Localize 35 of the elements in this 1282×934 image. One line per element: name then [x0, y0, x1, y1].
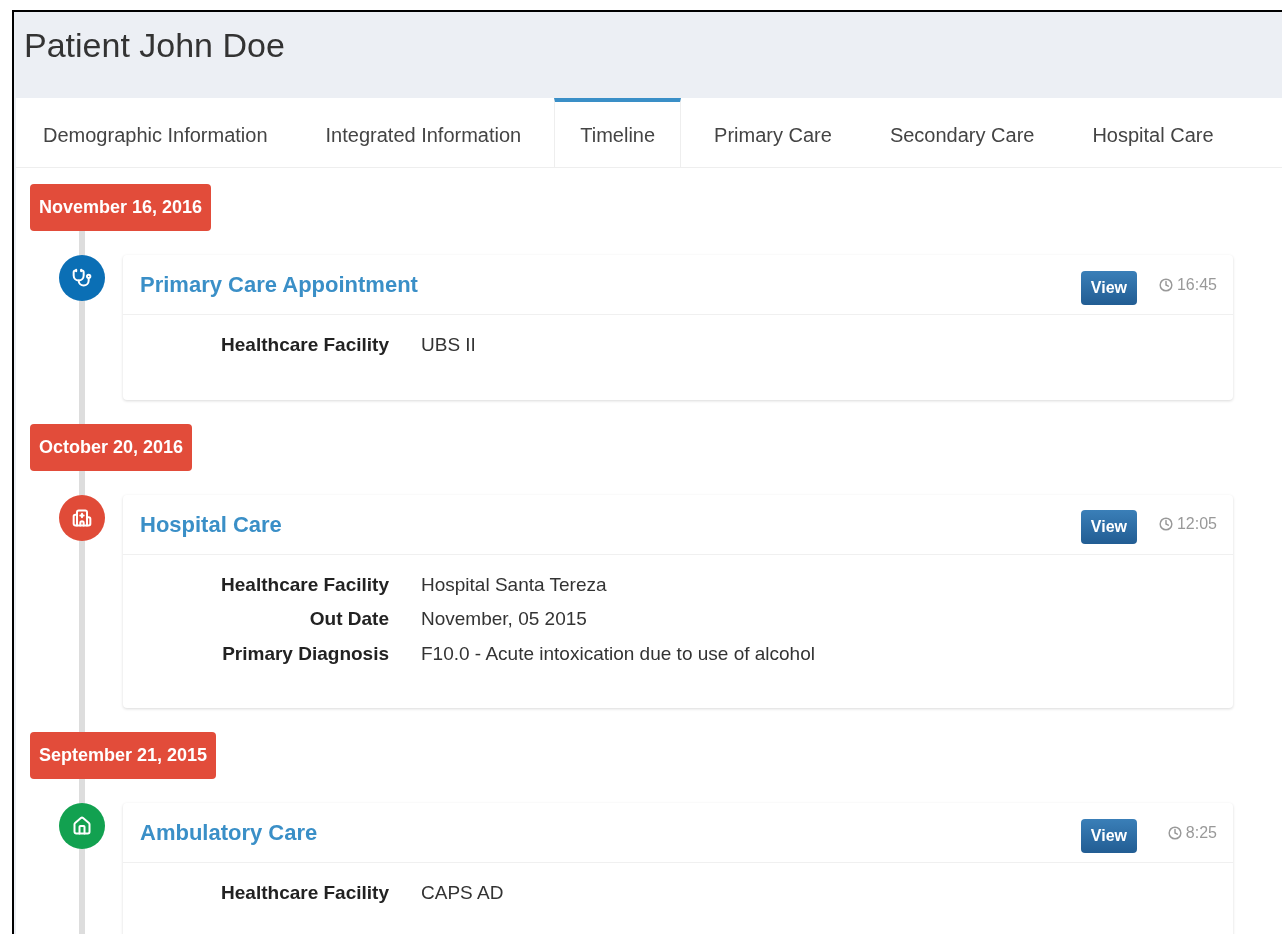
event-time: 12:05 — [1153, 512, 1217, 536]
event-time: 16:45 — [1153, 272, 1217, 297]
hospital-icon — [72, 507, 92, 528]
tab[interactable]: Hospital Care — [1067, 98, 1239, 167]
event-title: Ambulatory Care — [140, 819, 319, 847]
field-value: November, 05 2015 — [421, 607, 588, 631]
view-button[interactable]: View — [1080, 510, 1137, 544]
field-value: Hospital Santa Tereza — [421, 572, 608, 597]
clock-icon — [1158, 517, 1173, 531]
tab[interactable]: Timeline — [554, 98, 682, 167]
date-badge: September 21, 2015 — [30, 732, 217, 779]
event-time: 8:25 — [1153, 820, 1217, 845]
event-title: Primary Care Appointment — [140, 271, 419, 299]
date-badge: November 16, 2016 — [30, 184, 212, 231]
page-title: Patient John Doe — [24, 25, 286, 66]
tab[interactable]: Primary Care — [689, 98, 857, 167]
field-label: Healthcare Facility — [220, 333, 389, 357]
field-label: Healthcare Facility — [220, 881, 389, 905]
event-title: Hospital Care — [140, 510, 283, 539]
date-badge: October 20, 2016 — [30, 423, 193, 471]
field-label: Healthcare Facility — [220, 572, 389, 597]
clock-icon — [1158, 277, 1173, 292]
house-icon — [72, 816, 92, 836]
clock-icon — [1167, 825, 1182, 840]
field-label: Out Date — [308, 607, 389, 631]
field-value: UBS II — [421, 333, 477, 357]
view-button[interactable]: View — [1080, 818, 1137, 853]
view-button[interactable]: View — [1080, 270, 1137, 305]
stethoscope-icon — [72, 268, 92, 288]
field-value: F10.0 - Acute intoxication due to use of alcohol — [421, 641, 816, 666]
tab[interactable]: Demographic Information — [18, 98, 293, 167]
tab[interactable]: Integrated Information — [300, 98, 547, 167]
tab[interactable]: Secondary Care — [864, 98, 1060, 167]
field-label: Primary Diagnosis — [221, 641, 389, 666]
field-value: CAPS AD — [421, 881, 505, 905]
